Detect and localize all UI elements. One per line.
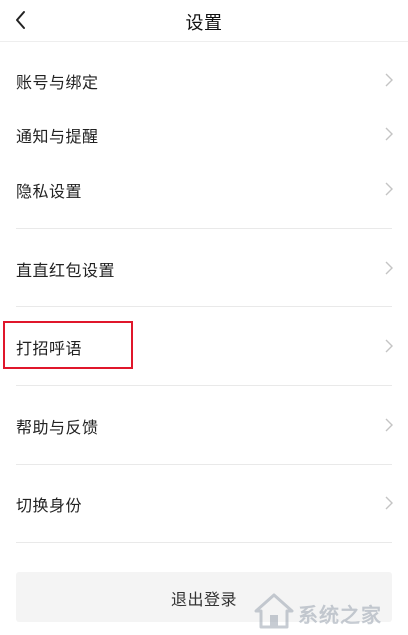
- watermark-text: 系统之家: [298, 603, 382, 627]
- settings-item-label: 切换身份: [16, 496, 83, 515]
- watermark-logo: 系统之家: [254, 591, 404, 631]
- chevron-right-icon: [385, 127, 393, 141]
- settings-item-label: 账号与绑定: [16, 73, 99, 92]
- settings-item-label: 通知与提醒: [16, 127, 99, 146]
- settings-item-label: 直直红包设置: [16, 261, 116, 280]
- chevron-right-icon: [385, 261, 393, 275]
- chevron-right-icon: [385, 339, 393, 353]
- settings-item-label: 隐私设置: [16, 182, 83, 201]
- highlight-box: [3, 321, 133, 369]
- settings-item-help-feedback[interactable]: 帮助与反馈: [0, 400, 408, 450]
- house-icon: [254, 593, 294, 629]
- chevron-right-icon: [385, 73, 393, 87]
- section-divider: [16, 542, 392, 543]
- settings-item-privacy[interactable]: 隐私设置: [0, 164, 408, 214]
- chevron-right-icon: [385, 182, 393, 196]
- chevron-right-icon: [385, 418, 393, 432]
- chevron-right-icon: [385, 496, 393, 510]
- settings-item-label: 帮助与反馈: [16, 418, 99, 437]
- nav-bar: 设置: [0, 0, 408, 42]
- settings-item-account-binding[interactable]: 账号与绑定: [0, 55, 408, 105]
- settings-item-notifications[interactable]: 通知与提醒: [0, 109, 408, 159]
- section-divider: [16, 464, 392, 465]
- settings-screen: 设置 账号与绑定 通知与提醒 隐私设置 直直红包设置 打招呼语 帮助与反馈 切换…: [0, 0, 408, 635]
- settings-item-switch-identity[interactable]: 切换身份: [0, 478, 408, 528]
- section-divider: [16, 385, 392, 386]
- settings-item-red-packet[interactable]: 直直红包设置: [0, 243, 408, 293]
- page-title: 设置: [185, 13, 223, 34]
- section-divider: [16, 228, 392, 229]
- section-divider: [16, 306, 392, 307]
